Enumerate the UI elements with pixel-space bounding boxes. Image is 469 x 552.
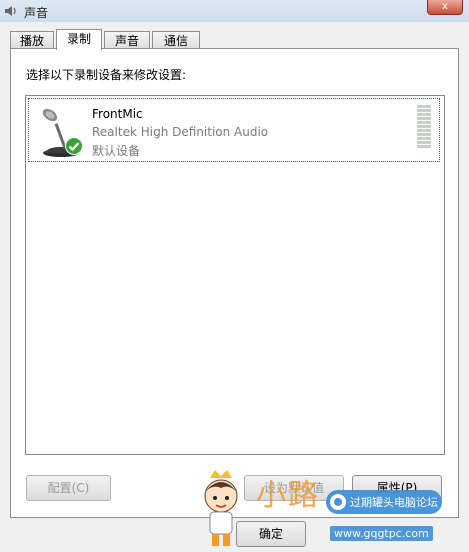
device-driver: Realtek High Definition Audio — [92, 125, 269, 139]
forum-logo-icon — [330, 494, 346, 510]
forum-name: 过期罐头电脑论坛 — [350, 496, 438, 509]
tab-playback[interactable]: 播放 — [10, 31, 54, 49]
watermark: 小路 过期罐头电脑论坛 www.gqgtpc.com — [196, 462, 469, 552]
device-status: 默认设备 — [92, 144, 141, 158]
speaker-icon — [5, 6, 16, 16]
level-meter — [417, 105, 431, 149]
window-title: 声音 — [24, 6, 49, 20]
tab-recording[interactable]: 录制 — [56, 29, 102, 50]
device-list[interactable]: FrontMic Realtek High Definition Audio 默… — [25, 95, 445, 455]
close-icon: x — [442, 1, 448, 12]
cartoon-mascot-icon — [204, 470, 238, 546]
tab-sounds[interactable]: 声音 — [104, 31, 150, 49]
tab-communications[interactable]: 通信 — [152, 31, 200, 49]
close-button[interactable]: x — [427, 0, 463, 15]
configure-button[interactable]: 配置(C) — [26, 475, 111, 501]
title-bar: 声音 x — [0, 0, 469, 22]
watermark-logo-text: 小路 — [256, 478, 320, 513]
forum-badge: 过期罐头电脑论坛 — [326, 490, 442, 514]
device-name: FrontMic — [92, 107, 143, 121]
instruction-label: 选择以下录制设备来修改设置: — [26, 68, 187, 82]
watermark-url: www.gqgtpc.com — [330, 526, 433, 541]
green-check-icon — [65, 137, 83, 155]
list-item[interactable]: FrontMic Realtek High Definition Audio 默… — [28, 98, 440, 162]
